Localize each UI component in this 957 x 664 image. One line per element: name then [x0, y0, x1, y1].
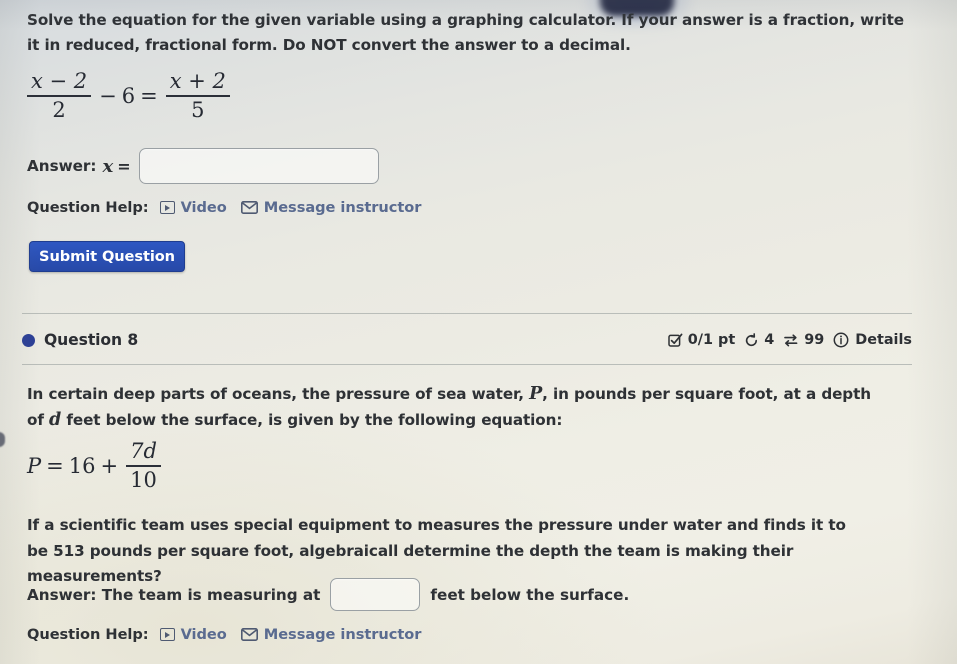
question-8-video-link[interactable]: Video [159, 626, 227, 643]
question-8-header: Question 8 0/1 pt 4 99 Details [22, 325, 912, 355]
equation-constant-sixteen: 16 [68, 453, 96, 478]
question-8-answer-row: Answer: The team is measuring at feet be… [27, 578, 629, 611]
question-8-points-value: 0/1 pt [687, 332, 736, 348]
answer-suffix-label: feet below the surface. [430, 585, 630, 604]
question-8-title-group: Question 8 [22, 331, 138, 349]
question-8-attempts-chip: 4 [744, 332, 774, 348]
body-text-part-3: feet below the surface, is given by the … [61, 410, 563, 429]
question-help-label: Question Help: [27, 626, 149, 643]
answer-equals-sign: = [117, 156, 131, 176]
answer-prefix-label: Answer: The team is measuring at [27, 585, 321, 604]
question-divider-top [22, 313, 912, 314]
check-square-icon [667, 333, 683, 348]
equation-equals-sign: = [46, 453, 64, 478]
fraction-denominator: 2 [27, 94, 92, 122]
question-7-equation: x − 2 2 − 6 = x + 2 5 [24, 70, 233, 121]
question-8-equation: P = 16 + 7d 10 [27, 440, 164, 491]
video-play-icon [159, 628, 175, 641]
fraction-denominator: 10 [126, 464, 161, 492]
question-8-details-button[interactable]: Details [833, 332, 912, 348]
left-edge-artifact [0, 432, 5, 447]
question-8-meta-group: 0/1 pt 4 99 Details [667, 332, 912, 348]
envelope-icon [240, 628, 258, 641]
question-8-points-chip: 0/1 pt [667, 332, 736, 348]
message-instructor-label: Message instructor [263, 199, 422, 216]
question-8-help-row: Question Help: Video Message instructor [27, 626, 435, 643]
envelope-icon [240, 201, 258, 214]
question-8-versions-value: 99 [804, 332, 825, 348]
question-8-attempts-value: 4 [764, 332, 775, 348]
question-divider-bottom [22, 364, 912, 365]
equation-left-fraction: x − 2 2 [27, 69, 92, 122]
question-7-answer-input[interactable] [138, 148, 379, 184]
swap-arrows-icon [783, 333, 799, 348]
question-7-answer-row: Answer: x = [27, 148, 379, 184]
answer-variable: x [102, 155, 114, 177]
assignment-content: Solve the equation for the given variabl… [0, 0, 957, 664]
question-7-video-link[interactable]: Video [159, 199, 227, 216]
equation-right-fraction: x + 2 5 [165, 69, 230, 122]
video-play-icon [159, 201, 175, 214]
fraction-denominator: 5 [165, 94, 230, 122]
body-text-part-1: In certain deep parts of oceans, the pre… [27, 385, 530, 403]
question-7-submit-button[interactable]: Submit Question [29, 241, 185, 272]
question-8-title: Question 8 [44, 331, 139, 349]
question-status-dot [22, 333, 35, 347]
info-circle-icon [833, 332, 849, 348]
question-help-label: Question Help: [27, 199, 149, 216]
question-8-versions-chip: 99 [783, 332, 824, 348]
fraction-numerator: x + 2 [169, 69, 226, 93]
variable-d: d [49, 409, 62, 430]
question-7-prompt: Solve the equation for the given variabl… [27, 11, 904, 54]
equation-equals-sign: = [140, 83, 158, 108]
fraction-numerator: x − 2 [31, 69, 88, 93]
question-7-help-row: Question Help: Video Message instructor [27, 199, 435, 216]
equation-minus-operator: − [99, 83, 117, 108]
retry-circular-arrow-icon [744, 332, 759, 348]
equation-fraction: 7d 10 [126, 440, 161, 491]
equation-variable-P: P [27, 453, 42, 478]
question-8-details-label: Details [855, 332, 912, 348]
answer-label: Answer: [27, 157, 97, 175]
variable-P: P [529, 384, 543, 404]
question-7-message-instructor-link[interactable]: Message instructor [240, 199, 422, 216]
video-link-label: Video [180, 626, 227, 643]
fraction-numerator: 7d [130, 439, 157, 463]
video-link-label: Video [180, 199, 227, 216]
question-8-answer-input[interactable] [330, 578, 421, 611]
question-8-message-instructor-link[interactable]: Message instructor [240, 626, 422, 643]
equation-constant-six: 6 [121, 83, 136, 108]
equation-plus-operator: + [100, 453, 119, 478]
message-instructor-label: Message instructor [263, 626, 422, 643]
question-8-body-paragraph-1: In certain deep parts of oceans, the pre… [27, 382, 872, 433]
